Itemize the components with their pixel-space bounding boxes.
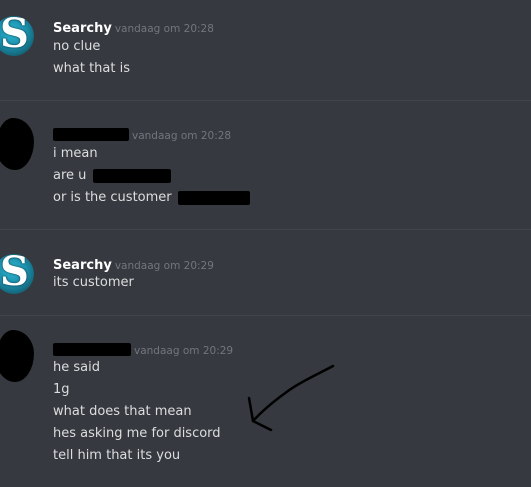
annotation-arrow-icon — [247, 364, 335, 432]
